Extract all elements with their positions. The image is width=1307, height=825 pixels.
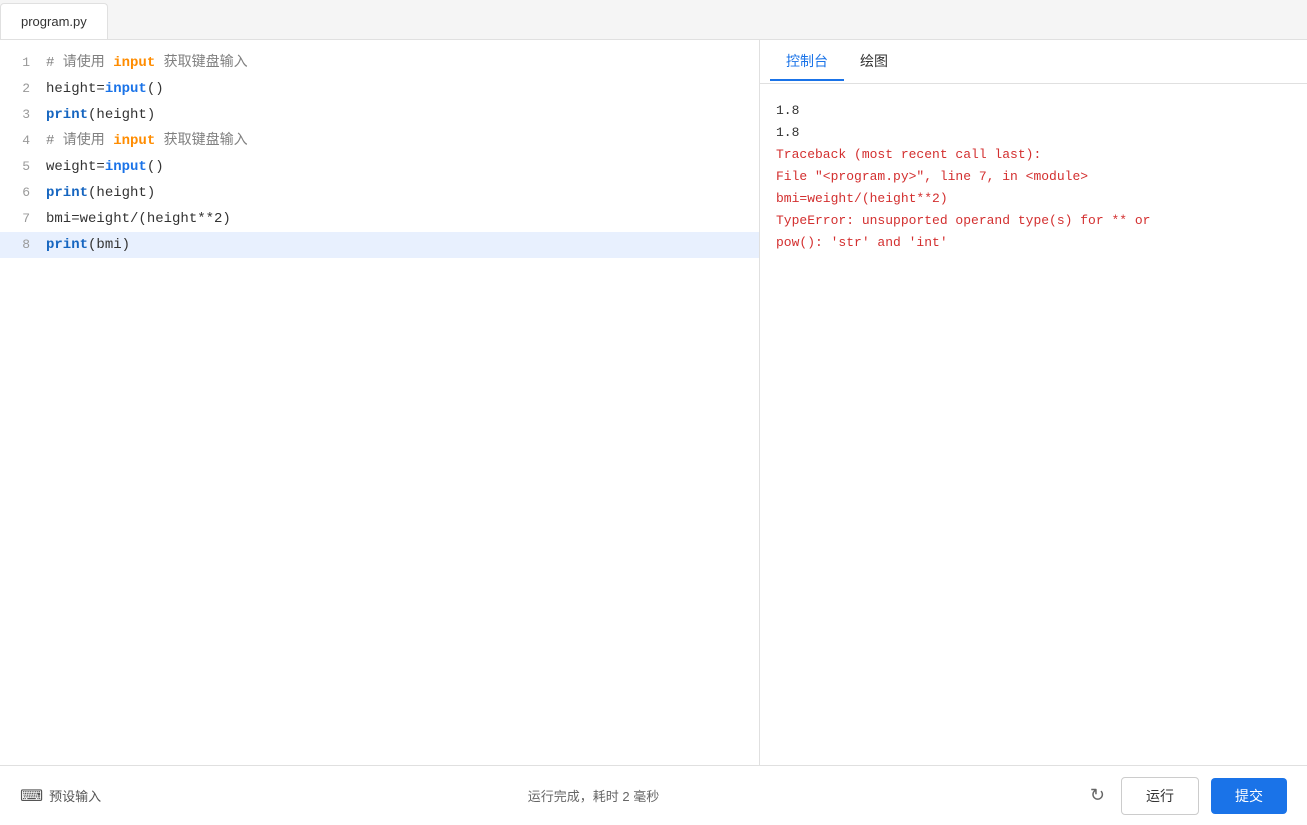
console-line: 1.8 — [776, 100, 1291, 122]
console-line: Traceback (most recent call last): — [776, 144, 1291, 166]
code-line: 5 weight=input() — [0, 154, 759, 180]
right-tab-控制台[interactable]: 控制台 — [770, 43, 844, 81]
line-content: bmi=weight/(height**2) — [46, 206, 231, 232]
line-number: 7 — [0, 206, 30, 232]
right-panel: 控制台绘图 1.81.8Traceback (most recent call … — [760, 40, 1307, 765]
console-line: bmi=weight/(height**2) — [776, 188, 1291, 210]
file-tab-label: program.py — [21, 14, 87, 29]
line-content: # 请使用 input 获取键盘输入 — [46, 128, 248, 154]
line-content: weight=input() — [46, 154, 164, 180]
code-area[interactable]: 1 # 请使用 input 获取键盘输入 2 height=input() 3 print… — [0, 40, 759, 765]
status-text: 运行完成，耗时 2 毫秒 — [101, 786, 1086, 805]
code-line: 3 print(height) — [0, 102, 759, 128]
line-number: 4 — [0, 128, 30, 154]
line-number: 2 — [0, 76, 30, 102]
console-line: pow(): 'str' and 'int' — [776, 232, 1291, 254]
editor-pane: 1 # 请使用 input 获取键盘输入 2 height=input() 3 print… — [0, 40, 760, 765]
line-number: 5 — [0, 154, 30, 180]
file-tab[interactable]: program.py — [0, 3, 108, 39]
keyboard-icon: ⌨ — [20, 786, 43, 806]
submit-button[interactable]: 提交 — [1211, 778, 1287, 814]
right-tab-绘图[interactable]: 绘图 — [844, 43, 904, 81]
right-tabs: 控制台绘图 — [760, 40, 1307, 84]
preset-input-button[interactable]: ⌨ 预设输入 — [20, 786, 101, 806]
run-controls: ↻ 运行 提交 — [1086, 777, 1287, 815]
code-line: 2 height=input() — [0, 76, 759, 102]
code-line: 8 print(bmi) — [0, 232, 759, 258]
tab-bar: program.py — [0, 0, 1307, 40]
reload-button[interactable]: ↻ — [1086, 781, 1109, 810]
line-content: # 请使用 input 获取键盘输入 — [46, 50, 248, 76]
code-line: 1 # 请使用 input 获取键盘输入 — [0, 50, 759, 76]
line-number: 3 — [0, 102, 30, 128]
line-number: 6 — [0, 180, 30, 206]
console-area: 1.81.8Traceback (most recent call last):… — [760, 84, 1307, 765]
run-button[interactable]: 运行 — [1121, 777, 1199, 815]
console-line: File "<program.py>", line 7, in <module> — [776, 166, 1291, 188]
code-line: 4 # 请使用 input 获取键盘输入 — [0, 128, 759, 154]
console-line: TypeError: unsupported operand type(s) f… — [776, 210, 1291, 232]
main-content: 1 # 请使用 input 获取键盘输入 2 height=input() 3 print… — [0, 40, 1307, 765]
console-line: 1.8 — [776, 122, 1291, 144]
preset-input-label: 预设输入 — [49, 786, 101, 805]
line-content: print(height) — [46, 180, 155, 206]
bottom-toolbar: ⌨ 预设输入 运行完成，耗时 2 毫秒 ↻ 运行 提交 — [0, 765, 1307, 825]
line-number: 8 — [0, 232, 30, 258]
line-content: print(bmi) — [46, 232, 130, 258]
code-line: 6 print(height) — [0, 180, 759, 206]
code-line: 7 bmi=weight/(height**2) — [0, 206, 759, 232]
line-content: print(height) — [46, 102, 155, 128]
line-number: 1 — [0, 50, 30, 76]
line-content: height=input() — [46, 76, 164, 102]
